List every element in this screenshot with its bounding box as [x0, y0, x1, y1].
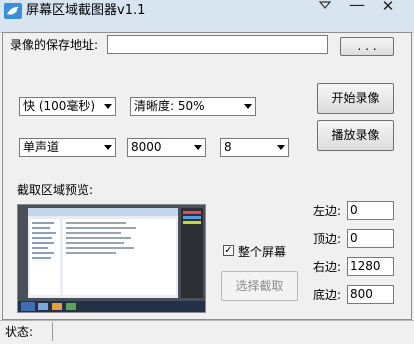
select-area-button[interactable]: 选择截取 — [221, 271, 298, 301]
right-input[interactable]: 1280 — [347, 257, 394, 276]
browse-button[interactable]: . . . — [340, 37, 394, 56]
desktop-screenshot-thumbnail — [18, 205, 205, 312]
capture-preview — [17, 204, 206, 313]
clarity-select-value: 清晰度: 50% — [134, 99, 205, 113]
clarity-select[interactable]: 清晰度: 50% — [130, 97, 256, 116]
chevron-down-icon[interactable] — [318, 0, 332, 10]
close-button[interactable]: ✕ — [374, 0, 402, 14]
bottom-label: 底边: — [313, 288, 342, 302]
top-input[interactable]: 0 — [347, 229, 394, 248]
bits-value: 8 — [224, 140, 232, 154]
top-label: 顶边: — [313, 232, 342, 246]
start-record-button[interactable]: 开始录像 — [317, 83, 394, 114]
save-path-input[interactable] — [107, 35, 328, 54]
right-label: 右边: — [313, 260, 342, 274]
left-label: 左边: — [313, 204, 342, 218]
dropdown-arrow-icon — [104, 145, 112, 150]
sample-rate-value: 8000 — [131, 140, 162, 154]
fullscreen-checkbox[interactable]: ✓ — [223, 245, 234, 256]
sample-rate-select[interactable]: 8000 — [127, 138, 206, 157]
bottom-input[interactable]: 800 — [347, 285, 394, 304]
channel-select-value: 单声道 — [23, 140, 60, 154]
fullscreen-label: 整个屏幕 — [238, 245, 287, 259]
dropdown-arrow-icon — [194, 145, 202, 150]
status-bar — [0, 320, 414, 344]
preview-label: 截取区域预览: — [17, 183, 94, 197]
minimize-button[interactable]: — — [344, 0, 370, 14]
dropdown-arrow-icon — [104, 104, 112, 109]
dropdown-arrow-icon — [277, 145, 285, 150]
dropdown-arrow-icon — [244, 104, 252, 109]
speed-select-value: 快 (100毫秒) — [23, 99, 96, 113]
channel-select[interactable]: 单声道 — [19, 138, 116, 157]
save-path-label: 录像的保存地址: — [10, 38, 99, 52]
status-label: 状态: — [5, 325, 34, 339]
bird-app-icon — [4, 3, 22, 19]
bits-select[interactable]: 8 — [220, 138, 289, 157]
play-record-button[interactable]: 播放录像 — [317, 120, 394, 151]
status-divider — [52, 322, 53, 341]
window-title: 屏幕区域截图器v1.1 — [26, 3, 146, 18]
left-input[interactable]: 0 — [347, 201, 394, 220]
speed-select[interactable]: 快 (100毫秒) — [19, 97, 116, 116]
